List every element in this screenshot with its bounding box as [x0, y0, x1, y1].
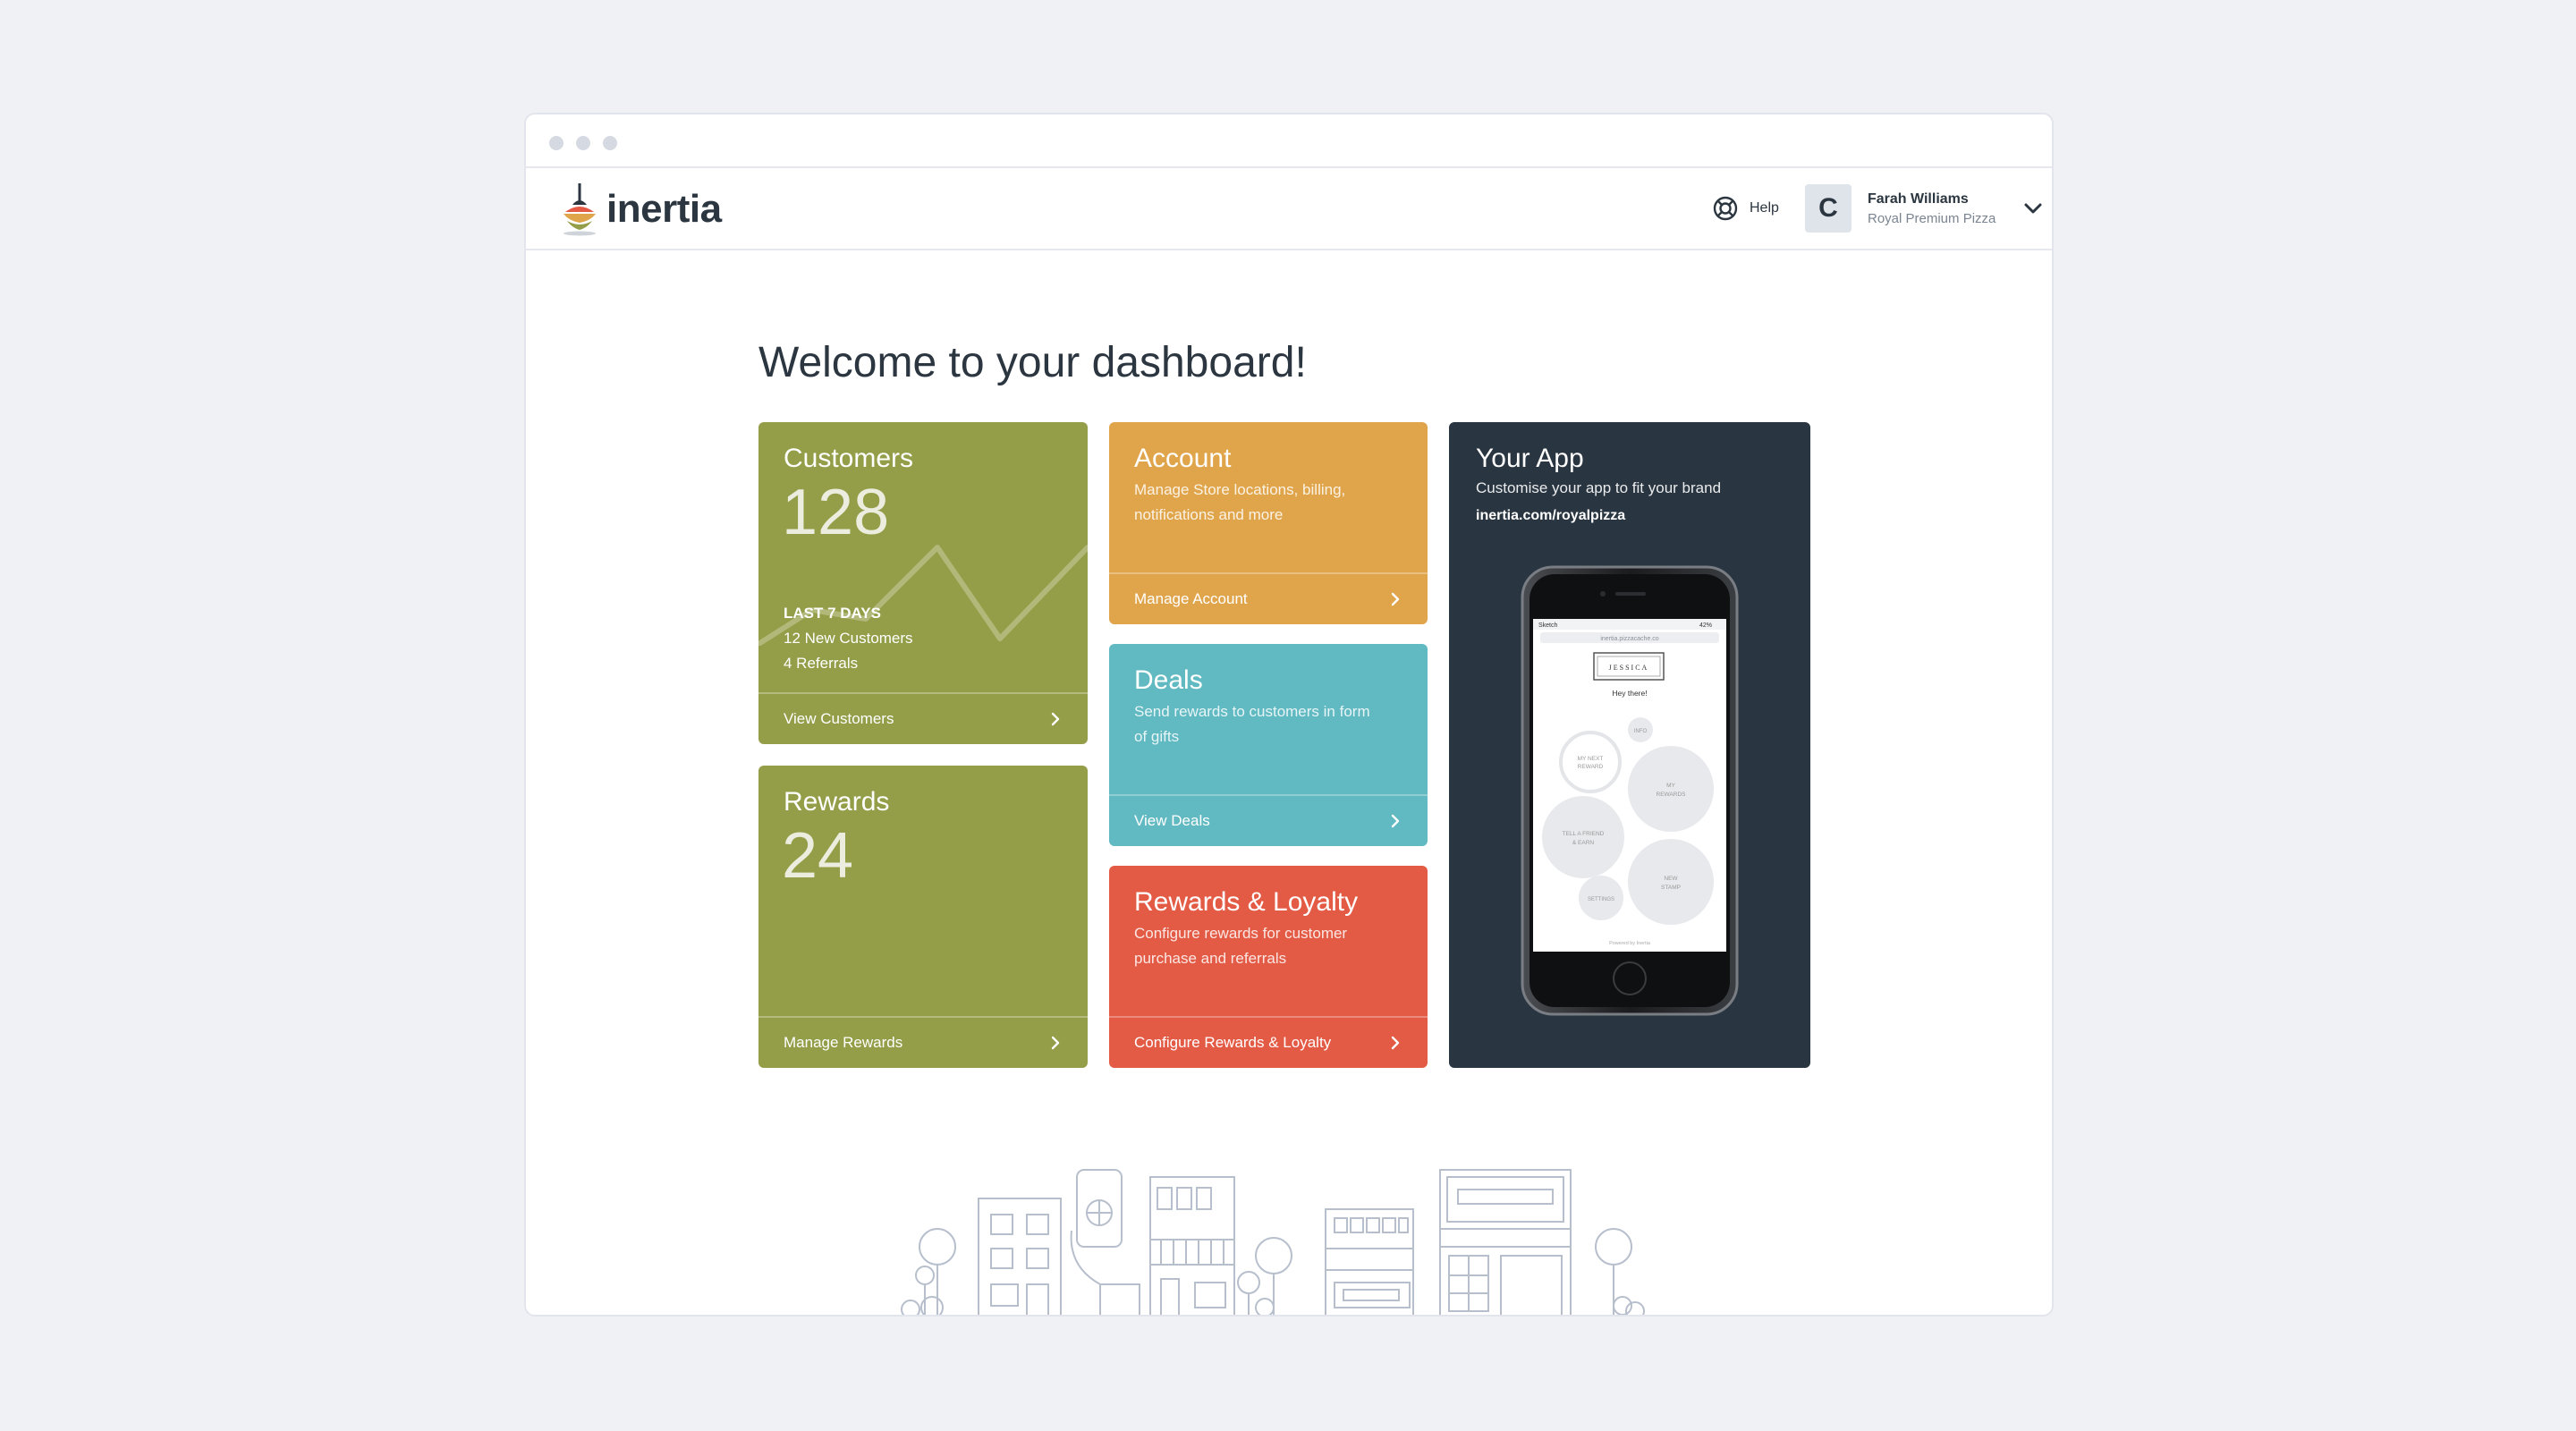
view-customers-label: View Customers: [784, 710, 894, 727]
svg-text:MY NEXT: MY NEXT: [1578, 756, 1604, 762]
svg-text:REWARD: REWARD: [1578, 764, 1604, 770]
svg-text:TELL A FRIEND: TELL A FRIEND: [1563, 831, 1605, 837]
account-description: Manage Store locations, billing, notific…: [1134, 478, 1345, 528]
lifebuoy-icon: [1713, 196, 1738, 221]
user-name: Farah Williams: [1868, 191, 1969, 207]
phone-preview: Sketch 42% inertia.pizzacache.co JESSICA…: [1521, 565, 1739, 1016]
loyalty-desc-line: Configure rewards for customer: [1134, 925, 1348, 942]
phone-address: inertia.pizzacache.co: [1600, 636, 1658, 642]
window-chrome: [526, 114, 2052, 168]
your-app-url[interactable]: inertia.com/royalpizza: [1476, 508, 1625, 524]
svg-text:MY: MY: [1666, 783, 1675, 789]
manage-rewards-label: Manage Rewards: [784, 1034, 903, 1051]
chevron-down-icon[interactable]: [2022, 198, 2044, 219]
deals-desc-line: Send rewards to customers in form: [1134, 703, 1370, 720]
svg-text:Powered by Inertia: Powered by Inertia: [1609, 941, 1651, 946]
your-app-card[interactable]: Your App Customise your app to fit your …: [1449, 422, 1810, 1068]
customers-title: Customers: [784, 444, 914, 473]
your-app-title: Your App: [1476, 444, 1584, 473]
view-customers-link[interactable]: View Customers: [758, 692, 1088, 744]
loyalty-desc-line: purchase and referrals: [1134, 950, 1287, 967]
manage-rewards-link[interactable]: Manage Rewards: [758, 1016, 1088, 1068]
view-deals-label: View Deals: [1134, 812, 1210, 829]
account-desc-line: notifications and more: [1134, 506, 1284, 523]
window-dot-minimize[interactable]: [576, 136, 590, 150]
account-card: Account Manage Store locations, billing,…: [1109, 422, 1428, 624]
phone-carrier: Sketch: [1538, 622, 1558, 629]
deals-description: Send rewards to customers in form of gif…: [1134, 699, 1370, 749]
spinning-top-logo-icon: [564, 183, 596, 236]
browser-window: inertia Help C Farah Williams Royal Prem…: [524, 113, 2054, 1317]
referrals-stat: 4 Referrals: [784, 655, 859, 672]
customers-count: 128: [782, 477, 890, 548]
rewards-loyalty-description: Configure rewards for customer purchase …: [1134, 921, 1347, 971]
phone-logo-text: JESSICA: [1609, 664, 1649, 672]
town-illustration: [901, 1169, 1645, 1315]
user-info: Farah Williams Royal Premium Pizza: [1868, 191, 1996, 226]
page-title: Welcome to your dashboard!: [758, 339, 1307, 386]
account-title: Account: [1134, 444, 1232, 473]
configure-rewards-loyalty-label: Configure Rewards & Loyalty: [1134, 1034, 1332, 1051]
chevron-right-icon: [1051, 1036, 1060, 1050]
customers-stats: LAST 7 DAYS 12 New Customers 4 Referrals: [784, 601, 913, 676]
user-menu[interactable]: C Farah Williams Royal Premium Pizza: [1805, 184, 2044, 233]
window-dot-close[interactable]: [549, 136, 564, 150]
your-app-description: Customise your app to fit your brand: [1476, 479, 1722, 496]
rewards-card: Rewards 24 Manage Rewards: [758, 766, 1088, 1068]
phone-battery: 42%: [1699, 622, 1712, 629]
account-desc-line: Manage Store locations, billing,: [1134, 481, 1346, 498]
view-deals-link[interactable]: View Deals: [1109, 794, 1428, 846]
chevron-right-icon: [1391, 814, 1400, 828]
manage-account-link[interactable]: Manage Account: [1109, 572, 1428, 624]
customers-card: Customers 128 LAST 7 DAYS 12 New Custome…: [758, 422, 1088, 744]
user-org: Royal Premium Pizza: [1868, 210, 1996, 226]
chevron-right-icon: [1391, 1036, 1400, 1050]
svg-text:SETTINGS: SETTINGS: [1588, 897, 1614, 902]
rewards-loyalty-title: Rewards & Loyalty: [1134, 887, 1359, 917]
deals-desc-line: of gifts: [1134, 728, 1180, 745]
svg-text:NEW: NEW: [1664, 876, 1678, 882]
rewards-count: 24: [782, 820, 854, 892]
phone-greeting: Hey there!: [1612, 689, 1647, 698]
chevron-right-icon: [1051, 712, 1060, 726]
svg-text:INFO: INFO: [1634, 729, 1648, 734]
svg-text:STAMP: STAMP: [1661, 885, 1681, 891]
brand-logo[interactable]: inertia: [560, 179, 722, 240]
deals-card: Deals Send rewards to customers in form …: [1109, 644, 1428, 846]
chevron-right-icon: [1391, 592, 1400, 606]
help-label: Help: [1750, 200, 1779, 216]
rewards-loyalty-card: Rewards & Loyalty Configure rewards for …: [1109, 866, 1428, 1068]
window-dot-maximize[interactable]: [603, 136, 617, 150]
period-label: LAST 7 DAYS: [784, 605, 881, 622]
new-customers-stat: 12 New Customers: [784, 630, 913, 647]
top-bar: inertia Help C Farah Williams Royal Prem…: [526, 168, 2052, 250]
svg-text:& EARN: & EARN: [1572, 840, 1595, 846]
brand-name: inertia: [606, 187, 722, 231]
rewards-title: Rewards: [784, 787, 890, 817]
manage-account-label: Manage Account: [1134, 590, 1248, 607]
configure-rewards-loyalty-link[interactable]: Configure Rewards & Loyalty: [1109, 1016, 1428, 1068]
avatar: C: [1805, 184, 1852, 233]
svg-text:REWARDS: REWARDS: [1657, 792, 1687, 798]
help-button[interactable]: Help: [1712, 195, 1779, 222]
deals-title: Deals: [1134, 665, 1203, 695]
